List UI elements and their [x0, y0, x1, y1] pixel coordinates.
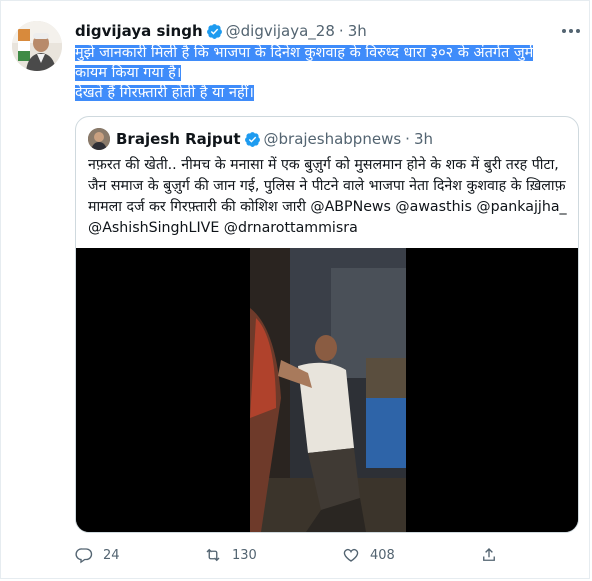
tweet-text-line: देखते हैं गिरफ़्तारी होती है या नहीं। [75, 85, 254, 101]
verified-badge-icon [206, 23, 222, 39]
reply-icon [75, 548, 93, 564]
quoted-tweet[interactable]: Brajesh Rajput @brajeshabpnews · 3h नफ़र… [75, 116, 579, 533]
quoted-author-name[interactable]: Brajesh Rajput [116, 130, 241, 148]
retweet-button[interactable]: 130 [204, 543, 257, 567]
author-name[interactable]: digvijaya singh [75, 22, 203, 40]
quoted-author-handle[interactable]: @brajeshabpnews [264, 130, 402, 148]
tweet-text: मुझे जानकारी मिली है कि भाजपा के दिनेश क… [75, 43, 575, 103]
tweet-actions: 24 130 408 [75, 543, 515, 567]
author-handle[interactable]: @digvijaya_28 [226, 22, 335, 40]
quoted-tweet-text: नफ़रत की खेती.. नीमच के मनासा में एक बुज… [88, 157, 567, 236]
separator-dot: · [338, 22, 344, 40]
share-icon [483, 548, 495, 561]
quoted-tweet-header: Brajesh Rajput @brajeshabpnews · 3h [116, 127, 433, 151]
retweet-icon [206, 548, 220, 562]
more-options-icon[interactable] [559, 23, 583, 39]
quoted-author-avatar[interactable] [88, 128, 110, 150]
reply-button[interactable]: 24 [75, 543, 120, 567]
tweet-header: digvijaya singh @digvijaya_28 · 3h [75, 20, 367, 42]
share-button[interactable] [480, 543, 508, 567]
video-frame [76, 248, 578, 532]
quoted-author-avatar-image [88, 128, 110, 150]
author-avatar-image [12, 21, 62, 71]
verified-badge-icon [244, 131, 260, 147]
author-avatar[interactable] [12, 21, 62, 71]
tweet-text-line: कायम किया गया है। [75, 65, 182, 81]
like-count: 408 [370, 547, 395, 563]
like-icon [343, 548, 359, 562]
retweet-count: 130 [232, 547, 257, 563]
reply-count: 24 [103, 547, 120, 563]
quoted-tweet-time[interactable]: 3h [414, 130, 433, 148]
tweet-card: digvijaya singh @digvijaya_28 · 3h मुझे … [0, 0, 590, 579]
tweet-text-line: मुझे जानकारी मिली है कि भाजपा के दिनेश क… [75, 45, 534, 61]
tweet-time[interactable]: 3h [348, 22, 367, 40]
like-button[interactable]: 408 [342, 543, 395, 567]
quoted-video[interactable] [76, 248, 578, 532]
separator-dot: · [405, 130, 410, 148]
